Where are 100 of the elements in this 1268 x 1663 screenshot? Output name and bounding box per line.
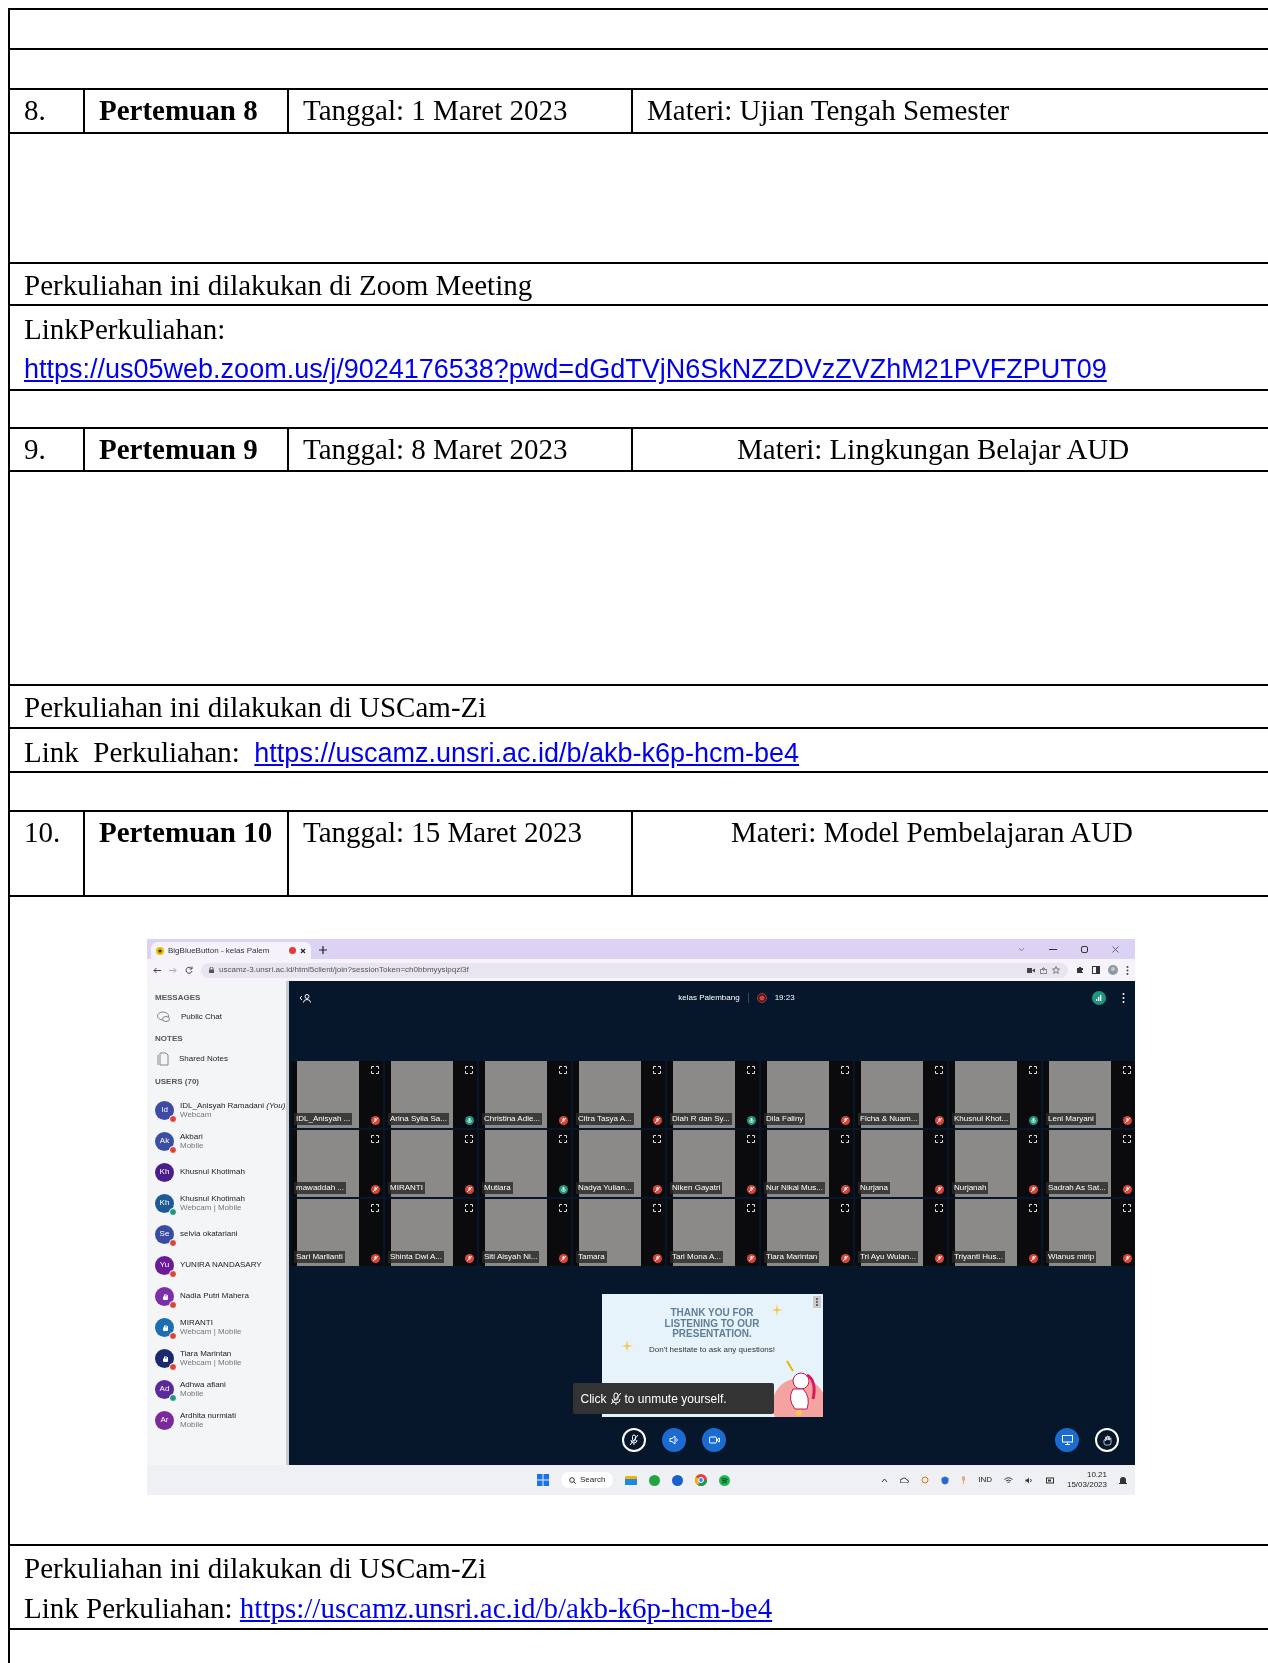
clock-time[interactable]: 10.21 xyxy=(1066,1470,1107,1481)
course-link[interactable]: https://uscamz.unsri.ac.id/b/akb-k6p-hcm-be4 xyxy=(239,1588,773,1628)
fullscreen-icon[interactable] xyxy=(1123,1135,1131,1144)
new-tab-icon[interactable] xyxy=(319,946,327,955)
user-list-toggle-icon[interactable] xyxy=(299,993,311,1004)
fullscreen-icon[interactable] xyxy=(559,1135,567,1144)
participant-name: Citra Tasya A... xyxy=(576,1113,634,1126)
link-label: Link Perkuliahan: xyxy=(24,1590,234,1626)
user-name[interactable]: MIRANTI xyxy=(180,1319,242,1328)
fullscreen-icon[interactable] xyxy=(653,1204,661,1213)
participant-name: Leni Maryani xyxy=(1046,1113,1096,1126)
participant-name: Khusnul Khot... xyxy=(952,1113,1011,1126)
meeting-topic: Materi: Lingkungan Belajar AUD xyxy=(736,431,1131,467)
fullscreen-icon[interactable] xyxy=(747,1066,755,1075)
audio-button[interactable] xyxy=(662,1428,686,1453)
link-label: LinkPerkuliahan: xyxy=(23,311,227,347)
user-name[interactable]: Khusnul Khotimah xyxy=(180,1168,245,1178)
address-bar[interactable]: uscamz-3.unsri.ac.id/html5client/join?sessionToken=ch0bbmyysipqzl3f xyxy=(201,962,1068,978)
tooltip-text: Click xyxy=(580,1390,607,1408)
share-icon[interactable] xyxy=(1040,966,1047,974)
browser-icon[interactable] xyxy=(695,1474,707,1487)
fullscreen-icon[interactable] xyxy=(559,1066,567,1075)
shared-notes-item[interactable]: Shared Notes xyxy=(157,1052,286,1067)
avatar-icon[interactable] xyxy=(1108,965,1118,976)
presentation-button[interactable] xyxy=(1055,1428,1079,1453)
participant-name: Dila Faliny xyxy=(764,1113,806,1126)
raise-hand-button[interactable] xyxy=(1095,1428,1119,1453)
participant-name: Tri Ayu Wulan... xyxy=(858,1251,918,1264)
fullscreen-icon[interactable] xyxy=(747,1204,755,1213)
fullscreen-icon[interactable] xyxy=(935,1066,943,1075)
fullscreen-icon[interactable] xyxy=(1123,1066,1131,1075)
section-heading: MESSAGES xyxy=(155,992,202,1005)
language-indicator[interactable]: IND xyxy=(978,1474,992,1487)
participant-name: Tiara Marintan xyxy=(764,1251,820,1264)
user-name[interactable]: Nadia Putri Mahera xyxy=(180,1292,249,1302)
fullscreen-icon[interactable] xyxy=(935,1135,943,1144)
folder-icon[interactable] xyxy=(625,1475,637,1486)
fullscreen-icon[interactable] xyxy=(465,1135,473,1144)
windows-start-icon[interactable] xyxy=(537,1474,549,1487)
public-chat-item[interactable]: Public Chat xyxy=(157,1011,286,1024)
user-device: Webcam xyxy=(180,1110,212,1120)
course-link[interactable]: https://uscamz.unsri.ac.id/b/akb-k6p-hcm-be4 xyxy=(254,734,800,772)
minimize-icon[interactable] xyxy=(1049,948,1057,951)
unmute-button[interactable] xyxy=(622,1428,646,1453)
user-name[interactable]: IDL_Anisyah Ramadani (You) xyxy=(180,1102,286,1111)
user-name[interactable]: YUNIRA NANDASARY xyxy=(180,1261,262,1271)
fullscreen-icon[interactable] xyxy=(653,1135,661,1144)
fullscreen-icon[interactable] xyxy=(841,1204,849,1213)
url-text: uscamz-3.unsri.ac.id/html5client/join?sessionToken=ch0bbmyysipqzl3f xyxy=(219,964,470,977)
user-name[interactable]: Adhwa afiani xyxy=(180,1381,226,1390)
reload-icon[interactable] xyxy=(185,966,193,975)
course-link[interactable]: https://us05web.zoom.us/j/9024176538?pwd=dGdTVjN6SkNZZDVzZVZhM21PVFZPUT09 xyxy=(24,353,1107,384)
participant-name: Mutiara xyxy=(482,1182,513,1195)
fullscreen-icon[interactable] xyxy=(371,1135,379,1144)
participant-name: Nadya Yulian... xyxy=(576,1182,634,1195)
user-name[interactable]: selvia okatariani xyxy=(180,1230,238,1240)
music-app-icon[interactable] xyxy=(719,1474,730,1486)
participant-name: Arina Sylla Sa... xyxy=(388,1113,449,1126)
fullscreen-icon[interactable] xyxy=(559,1204,567,1213)
fullscreen-icon[interactable] xyxy=(371,1204,379,1213)
fullscreen-icon[interactable] xyxy=(465,1204,473,1213)
user-avatar: Kh xyxy=(155,1194,174,1214)
search-field[interactable]: Search xyxy=(561,1472,613,1489)
fullscreen-icon[interactable] xyxy=(1123,1204,1131,1213)
user-name[interactable]: Khusnul Khotimah xyxy=(180,1195,245,1204)
chevron-up-icon[interactable] xyxy=(881,1477,889,1483)
camera-button[interactable] xyxy=(702,1428,726,1453)
participant-name: mawaddah ... xyxy=(294,1182,347,1195)
fullscreen-icon[interactable] xyxy=(935,1204,943,1213)
star-icon[interactable] xyxy=(1052,966,1060,975)
user-name[interactable]: Ardhita nurmiati xyxy=(180,1412,237,1421)
fullscreen-icon[interactable] xyxy=(1029,1066,1037,1075)
side-panel-icon[interactable] xyxy=(1092,966,1100,975)
fullscreen-icon[interactable] xyxy=(371,1066,379,1075)
cloud-icon[interactable] xyxy=(900,1477,910,1484)
recording-icon[interactable] xyxy=(756,993,767,1004)
fullscreen-icon[interactable] xyxy=(1029,1135,1037,1144)
clock-date[interactable]: 15/03/2023 xyxy=(1066,1480,1107,1491)
shield-icon[interactable] xyxy=(941,1475,950,1485)
maximize-icon[interactable] xyxy=(1081,946,1088,954)
more-icon[interactable] xyxy=(1122,993,1125,1004)
close-icon[interactable] xyxy=(300,947,306,954)
fullscreen-icon[interactable] xyxy=(841,1135,849,1144)
user-name[interactable]: Akbari xyxy=(180,1133,204,1142)
slide-subtext: Don't hesitate to ask any questions! xyxy=(648,1343,775,1356)
browser-tab[interactable]: BigBlueButton - kelas Palem xyxy=(151,942,311,960)
volume-icon[interactable] xyxy=(1024,1476,1034,1484)
fullscreen-icon[interactable] xyxy=(653,1066,661,1075)
fullscreen-icon[interactable] xyxy=(841,1066,849,1075)
fullscreen-icon[interactable] xyxy=(465,1066,473,1075)
connection-status-icon[interactable] xyxy=(1092,991,1106,1006)
back-icon[interactable] xyxy=(153,966,161,974)
notification-icon[interactable] xyxy=(1119,1475,1127,1485)
fullscreen-icon[interactable] xyxy=(747,1135,755,1144)
fullscreen-icon[interactable] xyxy=(1029,1204,1037,1213)
user-name[interactable]: Tiara Marintan xyxy=(180,1350,242,1359)
battery-icon[interactable] xyxy=(1045,1476,1055,1484)
more-icon[interactable] xyxy=(1126,965,1129,975)
wifi-icon[interactable] xyxy=(1003,1476,1013,1484)
puzzle-icon[interactable] xyxy=(1076,966,1084,975)
